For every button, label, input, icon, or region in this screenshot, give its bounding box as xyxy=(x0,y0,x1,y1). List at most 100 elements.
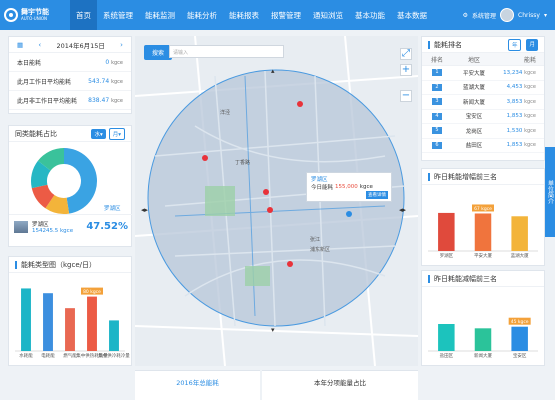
stat-label: 此月工作日平均能耗 xyxy=(17,78,72,86)
nav-home[interactable]: 首页 xyxy=(70,0,97,30)
ranking-row[interactable]: 4 宝安区 1,853 kgce xyxy=(422,110,544,124)
stat-unit: kgce xyxy=(111,59,123,66)
period-select[interactable]: 月▾ xyxy=(108,127,125,140)
nav-basic-data[interactable]: 基本数据 xyxy=(391,0,433,30)
chart-bar[interactable] xyxy=(43,293,53,351)
rank-unit: kgce xyxy=(524,113,536,120)
prev-date-arrow-icon[interactable]: ‹ xyxy=(38,41,41,49)
map-popup: 罗湖区 今日能耗 155,000 kgce 查看详情 xyxy=(306,172,392,202)
data-label: 67 kgce xyxy=(474,206,492,212)
x-tick-label: 电耗能 xyxy=(41,352,55,359)
map-view[interactable]: ◂▸ ◂▸ ▴ ▾ 洋泾 丁香路 浦东新区 张江 搜索 请输入 ⤢ + − 罗湖… xyxy=(135,36,418,366)
x-tick-label: 新闻大厦 xyxy=(474,352,492,359)
zoom-out-icon[interactable]: − xyxy=(400,90,412,102)
bottom-total-panel: 2016年总能耗 xyxy=(135,370,260,400)
rank-badge: 5 xyxy=(432,127,442,135)
x-tick-label: 宝安区 xyxy=(513,352,527,359)
top-increase-panel: 昨日耗能增幅前三名 罗湖区 平安大厦 67 kgce 蓝湖大厦 xyxy=(421,168,545,266)
nav-basic-func[interactable]: 基本功能 xyxy=(349,0,391,30)
compare-detail-row: 罗湖区 154245.5 kgce 47.52% xyxy=(9,214,133,238)
user-name[interactable]: Chrissy xyxy=(518,12,540,19)
nav-analysis[interactable]: 能耗分析 xyxy=(181,0,223,30)
svg-text:洋泾: 洋泾 xyxy=(220,109,230,116)
ranking-row[interactable]: 5 龙岗区 1,530 kgce xyxy=(422,124,544,139)
svg-text:◂▸: ◂▸ xyxy=(141,206,149,214)
rank-area: 平安大厦 xyxy=(462,70,485,77)
data-label: 45 kgce xyxy=(511,319,529,325)
logo-text-en: AUTO-UNION xyxy=(21,15,48,21)
popup-title: 罗湖区 xyxy=(311,177,328,183)
map-fullscreen-icon[interactable]: ⤢ xyxy=(400,48,412,60)
energy-type-panel: 能耗类型图（kgce/日） 水耗能 电耗能 燃气能 集中供热耗热量 80 kgce 集中供… xyxy=(8,256,132,366)
top-decrease-title: 昨日耗能减幅前三名 xyxy=(434,274,497,283)
ranking-title: 能耗排名 xyxy=(434,40,462,49)
user-menu-chevron-icon[interactable]: ▾ xyxy=(544,12,547,19)
top-header: 舞宇节能 AUTO-UNION 首页 系统管理 能耗监测 能耗分析 能耗报表 报… xyxy=(0,0,555,30)
map-search-input[interactable]: 请输入 xyxy=(169,45,284,58)
ranking-header: 排名 地区 能耗 xyxy=(422,53,544,66)
ranking-row[interactable]: 1 平安大厦 13,234 kgce xyxy=(422,66,544,81)
ranking-row[interactable]: 6 盐田区 1,853 kgce xyxy=(422,139,544,153)
chart-bar[interactable] xyxy=(109,320,119,351)
rank-unit: kgce xyxy=(524,69,536,76)
chart-bar[interactable] xyxy=(474,328,492,351)
calendar-icon[interactable]: ▦ xyxy=(17,41,23,49)
nav-notice[interactable]: 通知浏览 xyxy=(307,0,349,30)
rank-badge: 1 xyxy=(432,69,442,77)
chart-bar[interactable] xyxy=(511,216,528,251)
donut-chart[interactable] xyxy=(29,146,99,216)
ranking-row[interactable]: 3 新闻大厦 3,853 kgce xyxy=(422,95,544,110)
chart-bar[interactable] xyxy=(474,213,492,251)
nav-system[interactable]: 系统管理 xyxy=(97,0,139,30)
rank-unit: kgce xyxy=(524,98,536,105)
popup-detail-button[interactable]: 查看详情 xyxy=(366,191,388,199)
x-tick-label: 盐田区 xyxy=(440,352,454,359)
map-search-button[interactable]: 搜索 xyxy=(144,45,173,60)
settings-gear-icon[interactable]: ⚙ xyxy=(463,12,468,19)
x-tick-label: 蓝湖大厦 xyxy=(511,252,529,259)
chart-bar[interactable] xyxy=(21,288,31,351)
rank-value: 3,853 xyxy=(506,98,523,105)
tab-month[interactable]: 月 xyxy=(526,38,538,51)
top-decrease-panel: 昨日耗能减幅前三名 盐田区 新闻大厦 宝安区 45 kgce xyxy=(421,270,545,366)
stat-unit: kgce xyxy=(111,78,123,85)
type-select[interactable]: 水▾ xyxy=(91,128,106,139)
chart-bar[interactable] xyxy=(438,212,455,251)
tab-year[interactable]: 年 xyxy=(507,38,522,51)
chart-bar[interactable] xyxy=(438,324,455,351)
popup-unit: kgce xyxy=(359,184,373,190)
energy-summary-panel: ▦ ‹ 2014年6月15日 › 本日能耗 0 kgce 此月工作日平均能耗 5… xyxy=(8,36,132,114)
svg-text:▴: ▴ xyxy=(271,67,275,75)
chart-bar[interactable] xyxy=(511,326,528,351)
rank-badge: 4 xyxy=(432,112,442,120)
system-manage-link[interactable]: 系统管理 xyxy=(472,11,496,20)
donut-slice[interactable] xyxy=(64,148,98,214)
logo[interactable]: 舞宇节能 AUTO-UNION xyxy=(0,0,70,30)
stat-value: 0 xyxy=(105,58,110,66)
ranking-row[interactable]: 2 蓝湖大厦 4,453 kgce xyxy=(422,81,544,95)
next-date-arrow-icon[interactable]: › xyxy=(120,41,123,49)
col-area: 地区 xyxy=(467,56,480,64)
col-rank: 排名 xyxy=(430,56,443,64)
rank-badge: 2 xyxy=(432,83,442,91)
district-value: 154245.5 kgce xyxy=(32,227,74,234)
side-tab-unit-intro[interactable]: 单位简介 xyxy=(545,147,555,237)
svg-text:丁香路: 丁香路 xyxy=(235,159,250,166)
logo-mark-icon xyxy=(4,8,18,22)
rank-unit: kgce xyxy=(524,84,536,91)
chart-bar[interactable] xyxy=(87,296,97,351)
zoom-in-icon[interactable]: + xyxy=(400,64,412,76)
bottom-ratio-title: 本年分项能量占比 xyxy=(314,379,366,387)
nav-alarm[interactable]: 报警管理 xyxy=(265,0,307,30)
stat-row-nonworkday: 此月非工作日平均能耗 838.47 kgce xyxy=(9,91,131,110)
stat-label: 本日能耗 xyxy=(17,59,42,67)
rank-value: 1,853 xyxy=(506,142,523,149)
user-avatar[interactable] xyxy=(500,8,515,22)
energy-type-chart: 水耗能 电耗能 燃气能 集中供热耗热量80 kgce集中供冷耗冷量 xyxy=(15,287,130,359)
x-tick-label: 燃气能 xyxy=(63,352,77,359)
nav-monitor[interactable]: 能耗监测 xyxy=(139,0,181,30)
nav-report[interactable]: 能耗报表 xyxy=(223,0,265,30)
data-label: 80 kgce xyxy=(83,289,101,295)
chart-bar[interactable] xyxy=(65,308,75,351)
rank-area: 龙岗区 xyxy=(465,128,483,135)
